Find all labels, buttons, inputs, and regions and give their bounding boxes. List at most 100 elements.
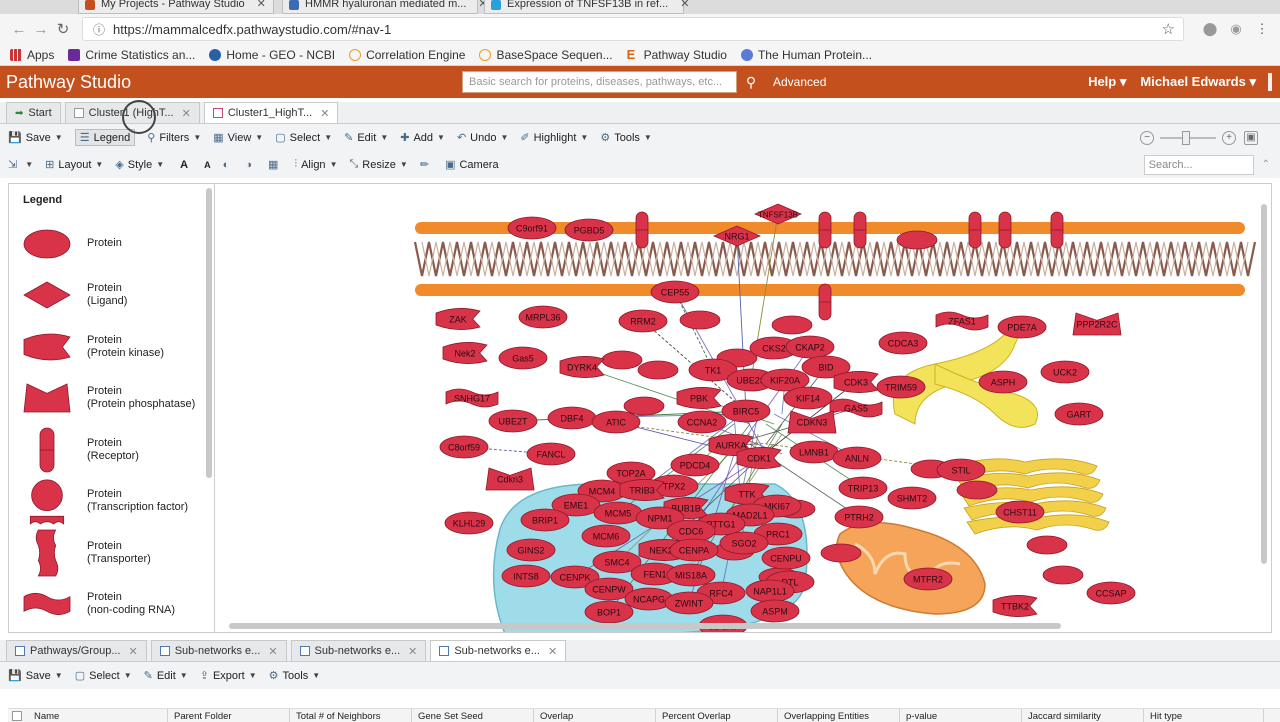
network-node[interactable]: UCK2 bbox=[1040, 360, 1090, 384]
network-node[interactable]: CCNA2 bbox=[677, 410, 727, 434]
grid-button[interactable]: ▦ bbox=[268, 158, 282, 171]
align-button[interactable]: ⫶ Align ▼ bbox=[294, 158, 337, 171]
zoom-slider[interactable] bbox=[1160, 130, 1216, 145]
graph-search-input[interactable]: Search... bbox=[1143, 154, 1254, 175]
network-node[interactable]: MCM6 bbox=[581, 524, 631, 548]
legend-button[interactable]: ☰ Legend bbox=[74, 129, 136, 146]
close-icon[interactable]: ✕ bbox=[680, 0, 689, 10]
style-button[interactable]: ◈ Style ▼ bbox=[115, 158, 164, 172]
bottom-tab[interactable]: Sub-networks e... ✕ bbox=[290, 640, 427, 661]
highlight-button[interactable]: ✐ Highlight ▼ bbox=[520, 131, 588, 145]
url-input[interactable]: ⓘ https://mammalcedfx.pathwaystudio.com/… bbox=[82, 17, 1184, 41]
bookmark-item[interactable]: E Pathway Studio bbox=[627, 48, 727, 62]
network-node[interactable]: MRPL36 bbox=[518, 305, 568, 329]
network-node[interactable]: PTRH2 bbox=[834, 505, 884, 529]
camera-button[interactable]: ▣ Camera bbox=[445, 158, 499, 172]
network-svg[interactable]: C9orf91 PGBD5 TNFSF13B NRG1 CEP55 ZAK MRPL36 RR… bbox=[215, 184, 1261, 632]
network-node[interactable]: GART bbox=[1054, 402, 1104, 426]
line-color-button[interactable]: ◑ bbox=[245, 159, 256, 171]
network-node[interactable]: PDE7A bbox=[997, 315, 1047, 339]
network-node[interactable]: ZFAS1 bbox=[935, 311, 989, 331]
network-node[interactable]: STIL bbox=[936, 458, 986, 482]
network-node[interactable]: FANCL bbox=[526, 442, 576, 466]
collapse-toolbar-icon[interactable]: ⌃ bbox=[1262, 159, 1270, 170]
network-node[interactable]: PPP2R2C bbox=[1072, 312, 1122, 336]
layout-button[interactable]: ⊞ Layout ▼ bbox=[45, 158, 103, 172]
pencil-button[interactable]: ✏ bbox=[420, 158, 433, 171]
network-node[interactable]: CEP55 bbox=[650, 280, 700, 304]
network-node[interactable]: Cdkn3 bbox=[485, 467, 535, 491]
reload-icon[interactable]: ↻ bbox=[52, 20, 74, 38]
network-node[interactable]: CKAP2 bbox=[785, 335, 835, 359]
column-header[interactable]: Parent Folder bbox=[168, 709, 290, 722]
save-button[interactable]: 💾 Save ▼ bbox=[8, 669, 63, 683]
resize-button[interactable]: ⤡ Resize ▼ bbox=[349, 158, 407, 171]
close-icon[interactable]: ✕ bbox=[182, 107, 191, 120]
network-node[interactable]: ASPM bbox=[750, 599, 800, 623]
legend-scrollbar[interactable] bbox=[206, 188, 212, 478]
user-menu[interactable]: Michael Edwards ▾ bbox=[1140, 74, 1256, 90]
close-icon[interactable]: ✕ bbox=[408, 645, 417, 658]
network-node[interactable]: NCAPG bbox=[624, 587, 674, 611]
network-node[interactable]: ZAK bbox=[435, 308, 481, 330]
network-node[interactable]: BOP1 bbox=[584, 600, 634, 624]
browser-tab[interactable]: My Projects - Pathway Studio ✕ bbox=[78, 0, 274, 14]
network-node[interactable]: GAS5 bbox=[829, 398, 883, 418]
filters-button[interactable]: ⚲ Filters ▼ bbox=[147, 131, 201, 145]
network-node[interactable]: CDK3 bbox=[833, 371, 879, 393]
zoom-slider-handle[interactable] bbox=[1182, 130, 1190, 145]
vertical-scrollbar[interactable] bbox=[1261, 204, 1267, 564]
bookmark-item[interactable]: BaseSpace Sequen... bbox=[479, 48, 613, 62]
network-node[interactable]: TTBK2 bbox=[992, 595, 1038, 617]
search-input[interactable]: Basic search for proteins, diseases, pat… bbox=[462, 71, 737, 93]
column-header[interactable]: Percent Overlap bbox=[656, 709, 778, 722]
edit-button[interactable]: ✎ Edit ▼ bbox=[144, 669, 188, 683]
column-header[interactable]: Overlapping Entities bbox=[778, 709, 900, 722]
info-icon[interactable]: ⓘ bbox=[93, 21, 105, 38]
bottom-tab[interactable]: Sub-networks e... ✕ bbox=[150, 640, 287, 661]
network-node[interactable]: GINS2 bbox=[506, 538, 556, 562]
bottom-tab[interactable]: Sub-networks e... ✕ bbox=[430, 640, 567, 661]
network-node[interactable]: MIS18A bbox=[666, 563, 716, 587]
bookmark-apps[interactable]: Apps bbox=[10, 48, 54, 62]
network-node[interactable]: PDCD4 bbox=[670, 453, 720, 477]
network-node[interactable]: PGBD5 bbox=[564, 218, 614, 242]
browser-tab[interactable]: Expression of TNFSF13B in ref... ✕ bbox=[484, 0, 689, 14]
network-node[interactable]: BIRC5 bbox=[721, 399, 771, 423]
network-node[interactable]: CDKN3 bbox=[787, 410, 837, 434]
tools-button[interactable]: ⚙ Tools ▼ bbox=[600, 131, 651, 145]
network-node[interactable]: CDK1 bbox=[736, 447, 782, 469]
a-button[interactable]: A bbox=[200, 160, 211, 170]
network-node[interactable]: ANLN bbox=[832, 446, 882, 470]
app-title[interactable]: Pathway Studio bbox=[6, 72, 462, 93]
network-node[interactable]: ATIC bbox=[591, 410, 641, 434]
a-button[interactable]: A bbox=[176, 159, 188, 171]
zoom-in-icon[interactable]: + bbox=[1222, 130, 1236, 145]
network-node[interactable]: CDCA3 bbox=[878, 331, 928, 355]
close-icon[interactable]: ✕ bbox=[548, 645, 557, 658]
network-node[interactable]: BRIP1 bbox=[520, 508, 570, 532]
network-node[interactable]: CENPU bbox=[761, 546, 811, 570]
bookmark-item[interactable]: Correlation Engine bbox=[349, 48, 465, 62]
search-icon[interactable]: ⚲ bbox=[737, 74, 765, 91]
column-header[interactable]: p-value bbox=[900, 709, 1022, 722]
network-node[interactable]: TRIM59 bbox=[876, 375, 926, 399]
column-header[interactable]: Jaccard similarity bbox=[1022, 709, 1144, 722]
network-node[interactable]: UBE2T bbox=[488, 409, 538, 433]
network-node[interactable]: MTFR2 bbox=[903, 567, 953, 591]
network-node[interactable]: CCSAP bbox=[1086, 581, 1136, 605]
bottom-tab[interactable]: Pathways/Group... ✕ bbox=[6, 640, 147, 661]
extension-icon[interactable]: ◉ bbox=[1226, 21, 1246, 37]
select-button[interactable]: ▢ Select ▼ bbox=[275, 131, 332, 145]
network-node[interactable]: Gas5 bbox=[498, 346, 548, 370]
network-node[interactable]: NAP1L1 bbox=[745, 579, 795, 603]
network-node[interactable]: INTS8 bbox=[501, 564, 551, 588]
menu-icon[interactable]: ⋮ bbox=[1252, 21, 1272, 37]
network-node[interactable]: MCM5 bbox=[593, 501, 643, 525]
tab-cluster1-hight-active[interactable]: Cluster1_HighT... ✕ bbox=[203, 102, 339, 123]
network-node[interactable]: LMNB1 bbox=[789, 440, 839, 464]
browser-tab[interactable]: HMMR hyaluronan mediated m...✕ bbox=[282, 0, 488, 14]
zoom-out-icon[interactable]: − bbox=[1140, 130, 1154, 145]
network-node[interactable]: DBF4 bbox=[547, 406, 597, 430]
network-node[interactable]: TNFSF13B bbox=[753, 203, 803, 225]
